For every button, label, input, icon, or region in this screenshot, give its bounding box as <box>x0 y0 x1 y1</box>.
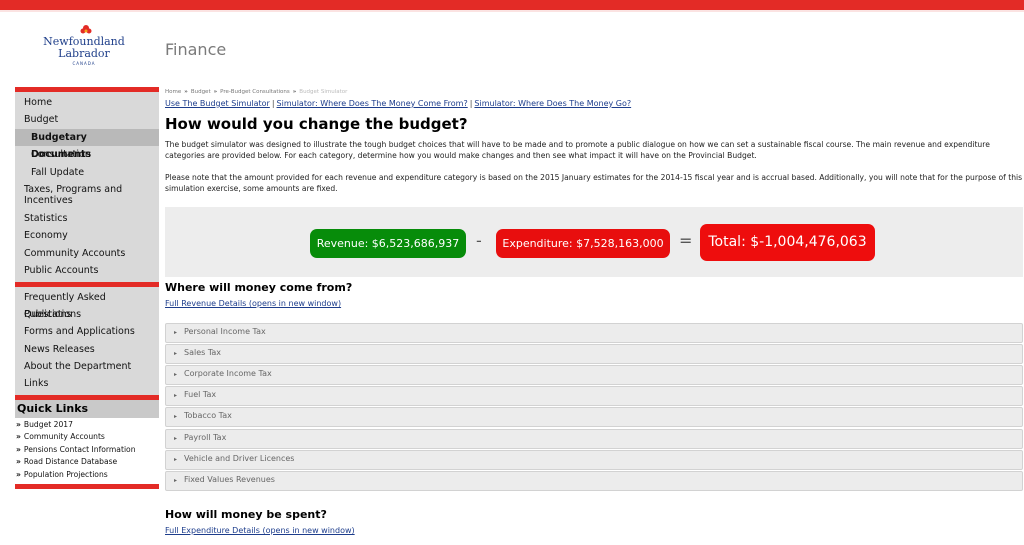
sidebar: Home Budget Budgetary Documents Consulta… <box>15 87 159 490</box>
chevron-right-icon: » <box>16 419 21 429</box>
note-paragraph: Please note that the amount provided for… <box>165 173 1023 193</box>
revenue-accordion-payroll-tax[interactable]: ▸ Payroll Tax <box>165 429 1023 449</box>
sidebar-item-faq[interactable]: Frequently Asked Questions <box>15 289 159 320</box>
page-title: How would you change the budget? <box>165 115 468 133</box>
chevron-right-icon: » <box>16 432 21 442</box>
revenue-accordion-fuel-tax[interactable]: ▸ Fuel Tax <box>165 386 1023 406</box>
chevron-right-icon: » <box>16 469 21 479</box>
expand-arrow-icon: ▸ <box>174 456 178 463</box>
sidebar-item-community-accounts[interactable]: Community Accounts <box>15 245 159 262</box>
breadcrumb-separator-icon: » <box>292 89 297 95</box>
money-go-link[interactable]: Simulator: Where Does The Money Go? <box>474 99 631 108</box>
quick-link-community-accounts[interactable]: » Community Accounts <box>15 431 159 444</box>
quick-link-label: Community Accounts <box>23 432 105 442</box>
sidebar-item-fall-update[interactable]: Fall Update <box>15 164 159 181</box>
logo-line-3: CANADA <box>72 61 96 66</box>
revenue-details-link[interactable]: Full Revenue Details (opens in new windo… <box>165 299 341 308</box>
sidebar-item-public-accounts[interactable]: Public Accounts <box>15 262 159 279</box>
department-title: Finance <box>165 40 227 59</box>
revenue-accordion-sales-tax[interactable]: ▸ Sales Tax <box>165 344 1023 364</box>
sidebar-item-statistics[interactable]: Statistics <box>15 210 159 227</box>
sidebar-nav-secondary: Frequently Asked Questions Publications … <box>15 286 159 395</box>
breadcrumb-separator-icon: » <box>213 89 218 95</box>
revenue-total-badge: Revenue: $6,523,686,937 <box>310 229 466 258</box>
accordion-label: Payroll Tax <box>184 433 227 442</box>
chevron-right-icon: » <box>16 444 21 454</box>
budget-total-badge: Total: $-1,004,476,063 <box>700 224 875 261</box>
expense-section-title: How will money be spent? <box>165 508 327 521</box>
revenue-accordion-tobacco-tax[interactable]: ▸ Tobacco Tax <box>165 407 1023 427</box>
breadcrumb-current: Budget Simulator <box>299 89 348 95</box>
sidebar-item-about[interactable]: About the Department <box>15 358 159 375</box>
expand-arrow-icon: ▸ <box>174 350 178 357</box>
sidebar-nav-primary: Home Budget Budgetary Documents Consulta… <box>15 92 159 282</box>
quick-link-road-distance[interactable]: » Road Distance Database <box>15 456 159 469</box>
sidebar-item-economy[interactable]: Economy <box>15 227 159 244</box>
revenue-accordion-personal-income-tax[interactable]: ▸ Personal Income Tax <box>165 323 1023 343</box>
accordion-label: Sales Tax <box>184 348 222 357</box>
revenue-section-title: Where will money come from? <box>165 281 353 294</box>
sidebar-item-consultation[interactable]: Consultation <box>15 146 159 163</box>
top-red-bar <box>0 0 1024 10</box>
breadcrumb-budget[interactable]: Budget <box>191 89 211 95</box>
quick-link-label: Population Projections <box>23 469 108 479</box>
expand-arrow-icon: ▸ <box>174 392 178 399</box>
quick-link-population[interactable]: » Population Projections <box>15 469 159 482</box>
accordion-label: Fuel Tax <box>184 390 217 399</box>
use-simulator-link[interactable]: Use The Budget Simulator <box>165 99 270 108</box>
sidebar-item-forms[interactable]: Forms and Applications <box>15 323 159 340</box>
money-come-from-link[interactable]: Simulator: Where Does The Money Come Fro… <box>277 99 468 108</box>
accordion-label: Vehicle and Driver Licences <box>184 454 295 463</box>
quick-link-label: Pensions Contact Information <box>23 444 136 454</box>
sidebar-item-budget[interactable]: Budget <box>15 111 159 128</box>
quick-link-label: Road Distance Database <box>23 457 118 467</box>
sidebar-item-home[interactable]: Home <box>15 94 159 111</box>
link-separator: | <box>271 99 275 108</box>
breadcrumb-separator-icon: » <box>184 89 188 95</box>
expand-arrow-icon: ▸ <box>174 413 178 420</box>
revenue-accordion-vehicle-licences[interactable]: ▸ Vehicle and Driver Licences <box>165 450 1023 470</box>
sidebar-divider <box>15 484 159 490</box>
revenue-accordion-fixed-values[interactable]: ▸ Fixed Values Revenues <box>165 471 1023 491</box>
accordion-label: Tobacco Tax <box>184 411 232 420</box>
sidebar-item-links[interactable]: Links <box>15 375 159 392</box>
accordion-label: Corporate Income Tax <box>184 369 272 378</box>
expand-arrow-icon: ▸ <box>174 329 178 336</box>
sidebar-item-publications[interactable]: Publications <box>15 306 159 323</box>
breadcrumb-consultations[interactable]: Pre-Budget Consultations <box>220 89 290 95</box>
government-logo[interactable]: Newfoundland Labrador CANADA <box>40 24 126 70</box>
sidebar-item-budgetary-documents[interactable]: Budgetary Documents <box>15 128 159 160</box>
expand-arrow-icon: ▸ <box>174 435 178 442</box>
accordion-label: Fixed Values Revenues <box>184 475 275 484</box>
budget-totals-panel: Revenue: $6,523,686,937 - Expenditure: $… <box>165 207 1023 277</box>
expense-details-link[interactable]: Full Expenditure Details (opens in new w… <box>165 526 355 535</box>
expand-arrow-icon: ▸ <box>174 371 178 378</box>
quick-links-title: Quick Links <box>15 399 159 418</box>
breadcrumb-home[interactable]: Home <box>165 89 181 95</box>
minus-sign: - <box>476 231 482 250</box>
sidebar-item-news-releases[interactable]: News Releases <box>15 341 159 358</box>
link-separator: | <box>469 99 473 108</box>
simulator-links: Use The Budget Simulator | Simulator: Wher… <box>165 98 1023 109</box>
chevron-right-icon: » <box>16 457 21 467</box>
quick-link-label: Budget 2017 <box>23 419 73 429</box>
main-content: Home» Budget» Pre-Budget Consultations» Bud… <box>165 88 1023 535</box>
quick-links-list: » Budget 2017 » Community Accounts » Pensio… <box>15 417 159 485</box>
revenue-accordion-corporate-income-tax[interactable]: ▸ Corporate Income Tax <box>165 365 1023 385</box>
breadcrumb: Home» Budget» Pre-Budget Consultations» Bud… <box>165 88 1023 96</box>
quick-link-pensions[interactable]: » Pensions Contact Information <box>15 444 159 457</box>
quick-link-budget-2017[interactable]: » Budget 2017 <box>15 419 159 432</box>
top-accent-line <box>0 10 1024 12</box>
sidebar-item-taxes[interactable]: Taxes, Programs and Incentives <box>15 181 159 210</box>
equals-sign: = <box>679 231 693 250</box>
expenditure-total-badge: Expenditure: $7,528,163,000 <box>496 229 670 258</box>
intro-paragraph: The budget simulator was designed to ill… <box>165 140 990 160</box>
expand-arrow-icon: ▸ <box>174 477 178 484</box>
accordion-label: Personal Income Tax <box>184 327 266 336</box>
logo-line-2: Labrador <box>58 47 110 60</box>
